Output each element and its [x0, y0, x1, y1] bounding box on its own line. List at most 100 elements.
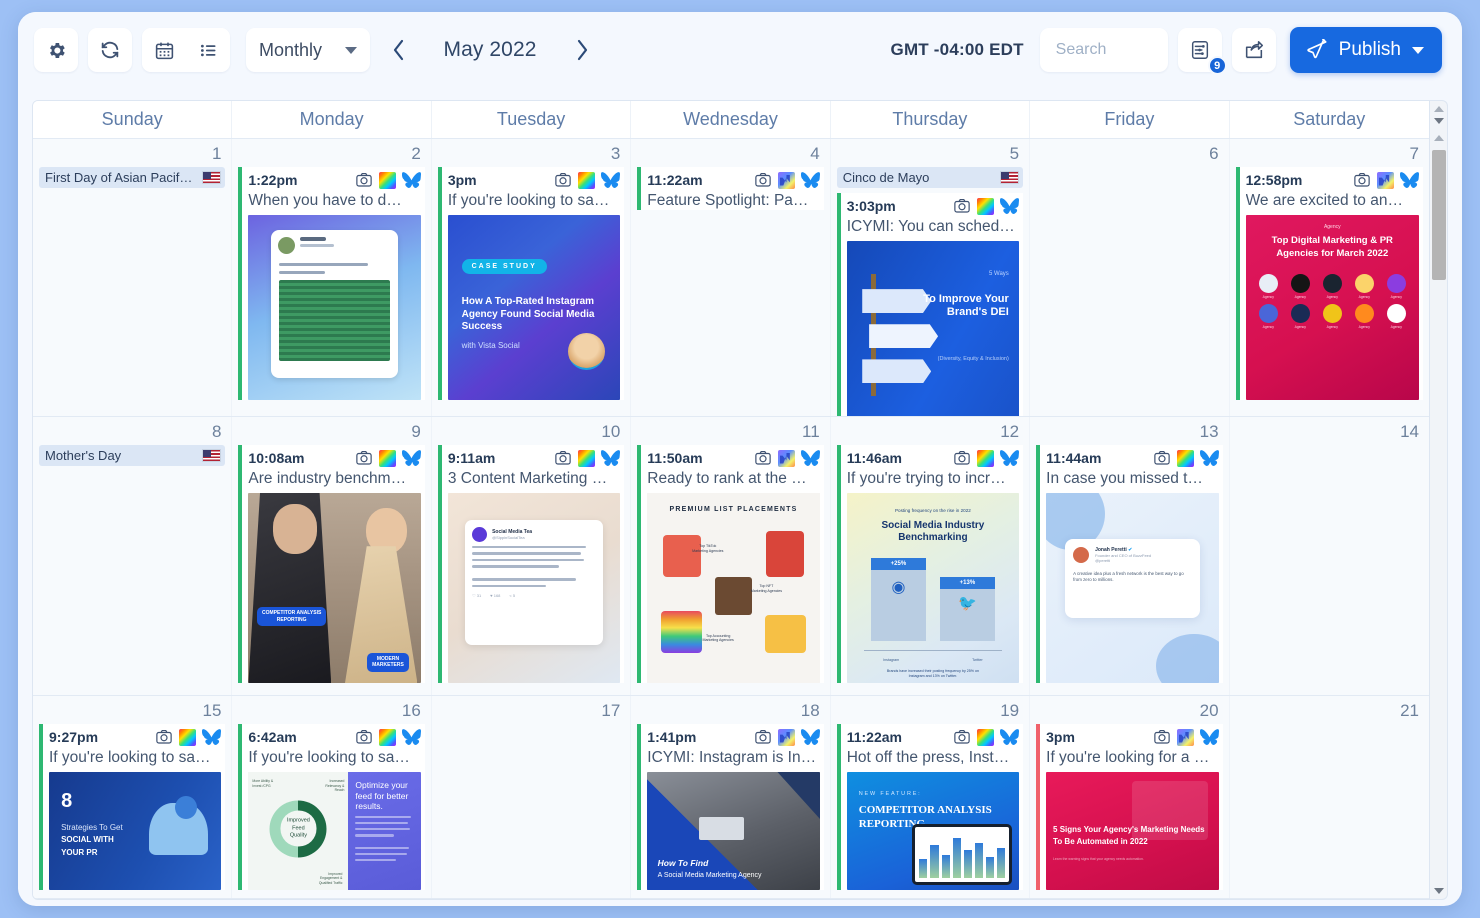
publish-button[interactable]: Publish	[1289, 27, 1442, 73]
instagram-icon	[555, 450, 572, 465]
post-thumbnail[interactable]: PREMIUM LIST PLACEMENTS Top TikTok Market…	[647, 493, 820, 683]
post-card[interactable]: 11:50am Ready to rank at the … PREMIUM L…	[637, 445, 824, 683]
post-time: 1:41pm	[647, 729, 697, 745]
post-thumbnail[interactable]: NEW FEATURE: COMPETITOR ANALYSIS REPORTIN…	[846, 772, 1020, 890]
day-cell-19[interactable]: 19 11:22am Hot off the press, Inst… NEW …	[830, 696, 1031, 898]
day-cell-6[interactable]: 6	[1030, 139, 1230, 416]
bluesky-butterfly-icon	[1400, 171, 1419, 188]
post-time: 11:22am	[647, 172, 703, 188]
scroll-up-button[interactable]	[1430, 129, 1447, 146]
post-time: 11:46am	[846, 450, 902, 466]
post-thumbnail[interactable]: Improved Feed Quality More Ability & Invest…	[248, 772, 421, 890]
prev-month-button[interactable]	[380, 30, 416, 70]
scroll-up-icon[interactable]	[1433, 106, 1444, 113]
post-card[interactable]: 9:11am 3 Content Marketing … Social Medi…	[437, 445, 625, 683]
scroll-down-button[interactable]	[1430, 882, 1447, 899]
day-cell-21[interactable]: 21	[1229, 696, 1429, 898]
day-cell-14[interactable]: 14	[1229, 417, 1429, 695]
post-card[interactable]: 11:22am Feature Spotlight: Pa…	[637, 167, 824, 210]
day-cell-13[interactable]: 13 11:44am In case you missed t… Jonah P…	[1030, 417, 1230, 695]
post-card[interactable]: 3pm If you're looking to sa… CASE STUDY …	[437, 167, 625, 400]
scrollbar-stepper-pair[interactable]	[1430, 101, 1447, 129]
post-thumbnail[interactable]: Social Media Tea @SippinSocialTea ♡ 31 ♥ 1…	[447, 493, 621, 683]
post-card[interactable]: 1:22pm When you have to d…	[238, 167, 425, 400]
day-number: 11	[802, 422, 820, 441]
us-flag-icon	[202, 171, 222, 184]
calendar-week: 8 Mother's Day 9 10:08am Are industry be…	[33, 417, 1429, 696]
post-header: 11:44am	[1046, 449, 1219, 467]
post-card[interactable]: 1:41pm ICYMI: Instagram is In… How To Fi…	[637, 724, 824, 890]
post-thumbnail[interactable]: How To Find A Social Media Marketing Agen…	[647, 772, 820, 890]
post-time: 9:11am	[447, 450, 496, 466]
day-number: 19	[1000, 701, 1020, 720]
scrollbar-track[interactable]	[1430, 146, 1447, 882]
day-cell-7[interactable]: 7 12:58pm We are excited to an… Agency T…	[1229, 139, 1429, 416]
bluesky-butterfly-icon	[401, 171, 421, 188]
bluesky-butterfly-icon	[1199, 449, 1219, 466]
day-number: 3	[610, 144, 621, 163]
calendar-view-button[interactable]	[142, 28, 186, 72]
holiday-badge[interactable]: Mother's Day	[39, 445, 226, 466]
post-thumbnail[interactable]	[248, 215, 421, 400]
post-card[interactable]: 11:46am If you're trying to incr… Postin…	[836, 445, 1024, 683]
day-cell-12[interactable]: 12 11:46am If you're trying to incr… Pos…	[830, 417, 1031, 695]
post-header: 11:22am	[647, 171, 820, 189]
day-cell-20[interactable]: 20 3pm If you're looking for a … 5 Signs…	[1030, 696, 1230, 898]
scroll-down-icon-top[interactable]	[1433, 117, 1444, 124]
post-thumbnail[interactable]: COMPETITOR ANALYSIS REPORTING MODERN MARKE…	[248, 493, 421, 683]
dow-friday: Friday	[1030, 101, 1230, 138]
day-cell-2[interactable]: 2 1:22pm When you have to d…	[232, 139, 432, 416]
post-header: 3:03pm	[847, 197, 1020, 215]
search-input[interactable]	[1039, 28, 1168, 72]
holiday-label: First Day of Asian Pacif…	[45, 170, 193, 185]
rainbow-square-icon	[578, 171, 596, 189]
refresh-button[interactable]	[88, 28, 132, 72]
post-thumbnail[interactable]: 8 Strategies To Get SOCIAL WITH YOUR PR	[49, 772, 222, 890]
post-card[interactable]: 6:42am If you're looking to sa… Improved…	[238, 724, 425, 890]
post-card[interactable]: 9:27pm If you're looking to sa… 8 Strate…	[39, 724, 226, 890]
day-cell-5[interactable]: 5 Cinco de Mayo 3:03pm ICYMI: You can sc…	[830, 139, 1031, 416]
day-cell-18[interactable]: 18 1:41pm ICYMI: Instagram is In… How To…	[631, 696, 831, 898]
day-cell-11[interactable]: 11 11:50am Ready to rank at the … PREMIU…	[631, 417, 831, 695]
post-thumbnail[interactable]: Agency Top Digital Marketing & PR Agenci…	[1245, 215, 1419, 400]
post-thumbnail[interactable]: CASE STUDY How A Top-Rated Instagram Age…	[447, 215, 621, 400]
bluesky-butterfly-icon	[401, 728, 421, 745]
share-button[interactable]	[1231, 28, 1276, 72]
scroll-up-arrow-icon	[1433, 134, 1444, 141]
day-cell-4[interactable]: 4 11:22am Feature Spotlight: Pa…	[631, 139, 831, 416]
day-cell-9[interactable]: 9 10:08am Are industry benchm… COMPETITO…	[232, 417, 432, 695]
day-cell-8[interactable]: 8 Mother's Day	[33, 417, 233, 695]
post-card[interactable]: 3pm If you're looking for a … 5 Signs Yo…	[1036, 724, 1223, 890]
day-cell-17[interactable]: 17	[431, 696, 632, 898]
scrollbar-thumb[interactable]	[1432, 150, 1446, 280]
day-number: 21	[1400, 701, 1419, 720]
calendar-scrollbar[interactable]	[1430, 100, 1448, 900]
day-cell-10[interactable]: 10 9:11am 3 Content Marketing … Social M…	[431, 417, 632, 695]
view-selector[interactable]: Monthly	[246, 28, 370, 72]
day-cell-3[interactable]: 3 3pm If you're looking to sa… CASE STUD…	[431, 139, 632, 416]
settings-button[interactable]	[34, 28, 78, 72]
bluesky-butterfly-icon	[601, 449, 621, 466]
post-card[interactable]: 12:58pm We are excited to an… Agency Top…	[1235, 167, 1423, 400]
post-thumbnail[interactable]: 5 Ways To Improve Your Brand's DEI (Diver…	[846, 241, 1020, 416]
post-card[interactable]: 11:22am Hot off the press, Inst… NEW FEA…	[836, 724, 1024, 890]
next-month-button[interactable]	[564, 30, 600, 70]
post-thumbnail[interactable]: Posting frequency on the rise in 2022 So…	[846, 493, 1020, 683]
post-card[interactable]: 3:03pm ICYMI: You can sched… 5 Ways To I…	[836, 193, 1024, 416]
holiday-badge[interactable]: Cinco de Mayo	[836, 167, 1024, 188]
day-cell-15[interactable]: 15 9:27pm If you're looking to sa… 8 Str…	[33, 696, 233, 898]
list-view-button[interactable]	[186, 28, 230, 72]
day-cell-1[interactable]: 1 First Day of Asian Pacif…	[33, 139, 233, 416]
post-card[interactable]: 10:08am Are industry benchm… COMPETITOR …	[238, 445, 425, 683]
publish-chevron-down-icon	[1412, 46, 1424, 54]
post-card[interactable]: 11:44am In case you missed t… Jonah Pere…	[1036, 445, 1223, 683]
list-icon	[200, 44, 215, 56]
dow-tuesday: Tuesday	[432, 101, 632, 138]
instagram-icon	[356, 172, 372, 187]
post-thumbnail[interactable]: 5 Signs Your Agency's Marketing Needs To…	[1046, 772, 1219, 890]
holiday-badge[interactable]: First Day of Asian Pacif…	[39, 167, 226, 188]
day-cell-16[interactable]: 16 6:42am If you're looking to sa… Impro…	[232, 696, 432, 898]
instagram-icon	[754, 172, 771, 187]
post-time: 3pm	[1046, 729, 1075, 745]
post-thumbnail[interactable]: Jonah Peretti ✔ Founder and CEO of BuzzF…	[1046, 493, 1219, 683]
